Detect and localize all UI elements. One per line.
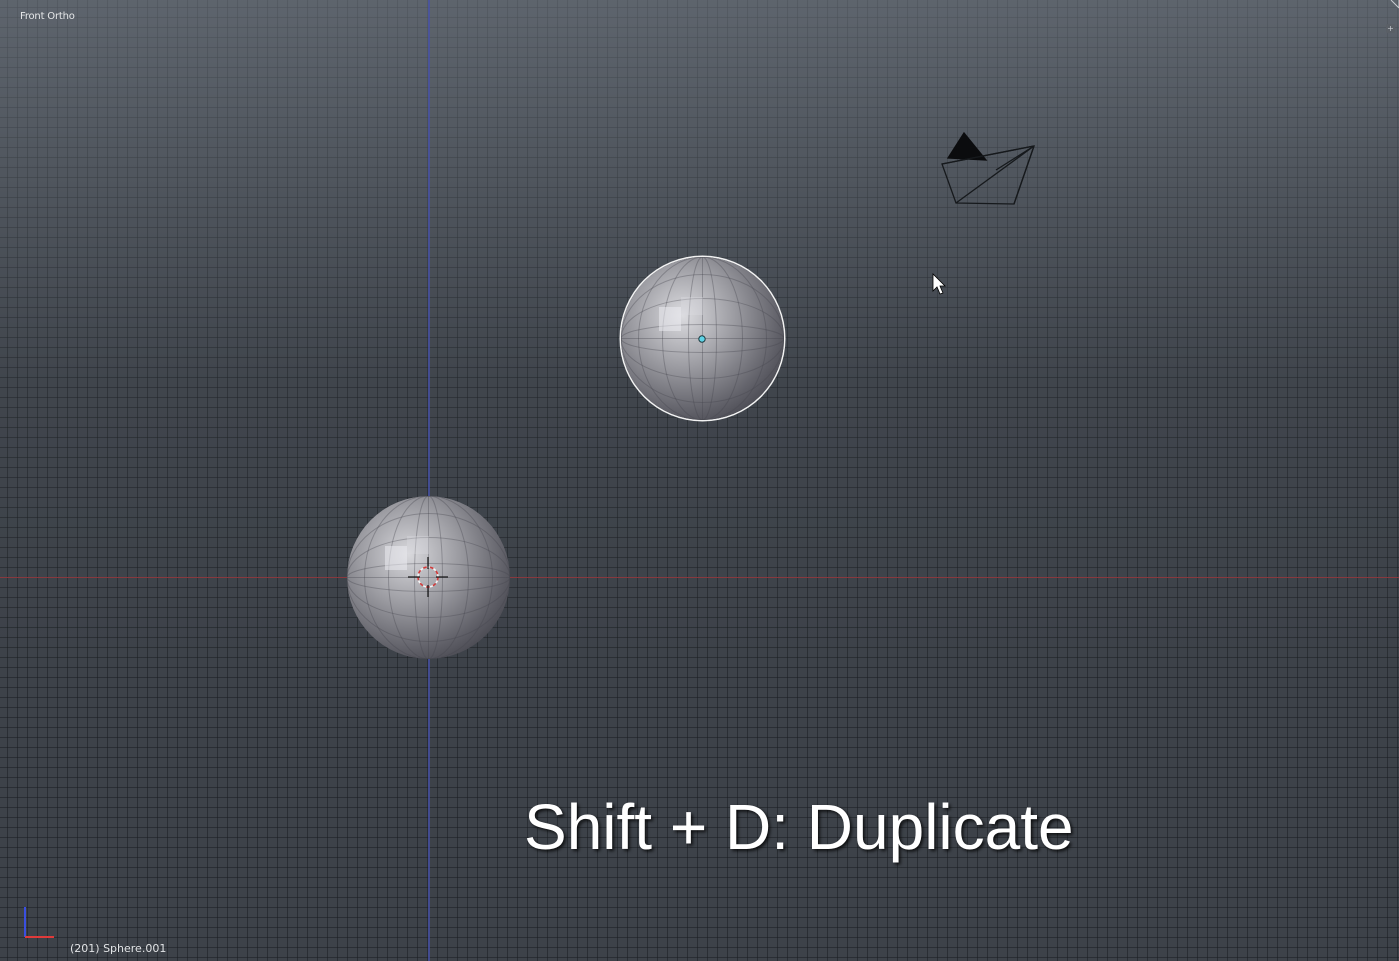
3d-cursor-icon	[408, 557, 448, 597]
arrow-cursor-icon	[932, 273, 946, 295]
axis-gizmo-icon	[24, 907, 54, 938]
3d-viewport[interactable]: Front Ortho + Shift + D: Duplicate (201)…	[0, 0, 1399, 961]
shortcut-caption: Shift + D: Duplicate	[524, 791, 1074, 863]
object-origin-dot	[698, 335, 706, 343]
active-object-status: (201) Sphere.001	[70, 942, 167, 955]
camera-icon[interactable]	[941, 131, 1035, 205]
